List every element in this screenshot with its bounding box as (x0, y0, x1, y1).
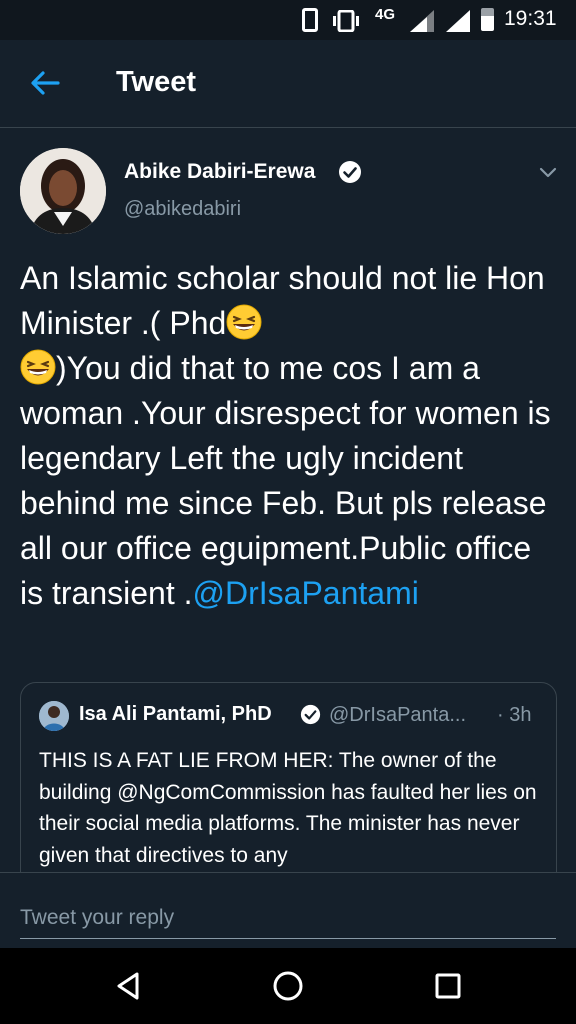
quoted-author-name: Isa Ali Pantami, PhD (79, 703, 272, 725)
verified-badge-icon (339, 161, 361, 183)
clock: 19:31 (504, 7, 557, 30)
nav-back-icon[interactable] (110, 968, 146, 1004)
reply-input[interactable] (20, 897, 556, 939)
tweet-text-part: )You did that to me cos I am a woman .Yo… (20, 350, 551, 611)
signal-icon (410, 10, 434, 32)
quoted-timestamp: · 3h (497, 704, 532, 726)
signal-icon (446, 10, 470, 32)
verified-badge-icon (300, 704, 321, 725)
avatar[interactable] (20, 148, 106, 234)
status-bar: 4G 19:31 (0, 0, 576, 40)
phone-icon (302, 8, 318, 32)
quoted-avatar (39, 701, 69, 731)
chevron-down-icon[interactable] (536, 160, 560, 184)
grinning-squinting-face-icon (226, 304, 262, 340)
reply-bar (0, 872, 576, 948)
system-nav-bar (0, 948, 576, 1024)
vibrate-icon (333, 10, 359, 32)
quoted-tweet-card[interactable]: Isa Ali Pantami, PhD @DrIsaPanta... · 3h… (20, 682, 557, 892)
network-type-label: 4G (375, 6, 396, 23)
quoted-author-handle: @DrIsaPanta... (329, 704, 467, 726)
battery-icon (481, 8, 494, 31)
author-name[interactable]: Abike Dabiri-Erewa (124, 160, 315, 184)
tweet-text-part: An Islamic scholar should not lie Hon Mi… (20, 260, 545, 341)
page-title: Tweet (116, 66, 197, 98)
quoted-tweet-text: THIS IS A FAT LIE FROM HER: The owner of… (39, 749, 537, 867)
app-header: Tweet (0, 40, 576, 128)
grinning-squinting-face-icon (20, 349, 56, 385)
mention-link[interactable]: @DrIsaPantami (193, 575, 419, 611)
avatar-image (20, 148, 106, 234)
tweet-text: An Islamic scholar should not lie Hon Mi… (20, 256, 560, 616)
back-arrow-icon[interactable] (28, 66, 62, 100)
nav-home-icon[interactable] (270, 968, 306, 1004)
nav-recents-icon[interactable] (430, 968, 466, 1004)
author-handle[interactable]: @abikedabiri (124, 198, 241, 221)
